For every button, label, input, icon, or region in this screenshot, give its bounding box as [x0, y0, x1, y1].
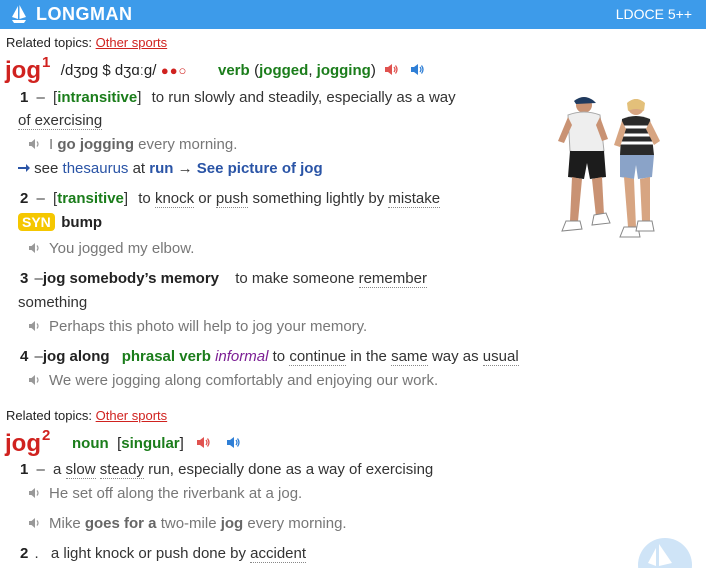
example-sentence: He set off along the riverbank at a jog.: [28, 485, 302, 502]
homograph-number: 2: [42, 427, 51, 444]
speaker-gray-icon[interactable]: [28, 320, 41, 332]
entry1-headword-line: jog1 /dʒɒɡ $ dʒɑːɡ/ ●●○: [5, 54, 187, 85]
related-topic-link-1[interactable]: Other sports: [96, 35, 168, 50]
synonym-line: SYN bump: [18, 213, 102, 232]
speaker-gray-icon[interactable]: [28, 242, 41, 254]
joggers-picture: [558, 97, 660, 238]
related-topics-2: Related topics: Other sports: [6, 408, 168, 423]
ship-icon: [12, 5, 26, 23]
crossref-line: see thesaurus at run → See picture of jo…: [18, 160, 323, 177]
part-of-speech: phrasal verb: [121, 348, 211, 365]
headword: jog2: [5, 427, 51, 457]
sense-1: 1 – [intransitive] to run slowly and ste…: [20, 89, 456, 106]
noun-sense-1: 1 – a slow steady run, especially done a…: [20, 461, 434, 479]
grammar-code: transitive: [57, 190, 124, 207]
related-topics-1: Related topics: Other sports: [6, 35, 168, 50]
thesaurus-link[interactable]: thesaurus: [63, 160, 129, 177]
part-of-speech: verb: [218, 62, 250, 79]
arrow-right-icon: [18, 164, 30, 172]
ship-watermark-icon: [638, 538, 692, 568]
speaker-gray-icon[interactable]: [28, 517, 41, 529]
speaker-blue-icon[interactable]: [410, 63, 425, 76]
app-header: LONGMAN LDOCE 5++: [0, 0, 706, 29]
sense-2: 2 – [transitive] to knock or push someth…: [20, 190, 441, 208]
entry2-headword-line: jog2: [5, 427, 50, 458]
grammar-code: intransitive: [57, 89, 138, 106]
synonym-word: bump: [61, 214, 103, 231]
entry1-pos-line: verb (jogged, jogging): [218, 62, 425, 80]
sense-1-def-cont: of exercising: [18, 112, 103, 130]
edition-label: LDOCE 5++: [615, 6, 692, 22]
speaker-red-icon[interactable]: [196, 436, 211, 449]
part-of-speech: noun: [72, 435, 109, 452]
sense-3-def-cont: something: [18, 294, 88, 311]
example-sentence: I go jogging every morning.: [28, 136, 237, 153]
speaker-red-icon[interactable]: [384, 63, 399, 76]
brand-title: LONGMAN: [36, 4, 133, 24]
entry2-pos-line: noun [singular]: [72, 435, 241, 453]
phrase: jog somebody’s memory: [42, 270, 220, 287]
inflections: (jogged, jogging): [254, 62, 376, 79]
speaker-blue-icon[interactable]: [226, 436, 241, 449]
example-sentence: You jogged my elbow.: [28, 240, 194, 257]
speaker-gray-icon[interactable]: [28, 138, 41, 150]
headword: jog1: [5, 54, 51, 84]
speaker-gray-icon[interactable]: [28, 374, 41, 386]
definition: to run slowly and steadily, especially a…: [151, 89, 456, 106]
run-link[interactable]: run: [149, 160, 173, 177]
grammar-code: singular: [121, 435, 180, 452]
homograph-number: 1: [42, 54, 51, 71]
noun-sense-2: 2 . a light knock or push done by accide…: [20, 545, 307, 563]
syn-badge: SYN: [18, 213, 55, 231]
phrase: jog along: [42, 348, 110, 365]
pronunciation: /dʒɒɡ $ dʒɑːɡ/: [60, 62, 157, 79]
example-sentence: We were jogging along comfortably and en…: [28, 372, 438, 389]
see-picture-link[interactable]: See picture of jog: [197, 160, 323, 177]
related-topic-link-2[interactable]: Other sports: [96, 408, 168, 423]
speaker-gray-icon[interactable]: [28, 487, 41, 499]
register-label: informal: [215, 348, 269, 365]
example-sentence: Mike goes for a two-mile jog every morni…: [28, 515, 347, 532]
sense-4: 4 –jog along phrasal verb informal to co…: [20, 348, 519, 366]
sense-3: 3 –jog somebody’s memory to make someone…: [20, 270, 427, 288]
example-sentence: Perhaps this photo will help to jog your…: [28, 318, 367, 335]
frequency-dots: ●●○: [160, 63, 188, 78]
